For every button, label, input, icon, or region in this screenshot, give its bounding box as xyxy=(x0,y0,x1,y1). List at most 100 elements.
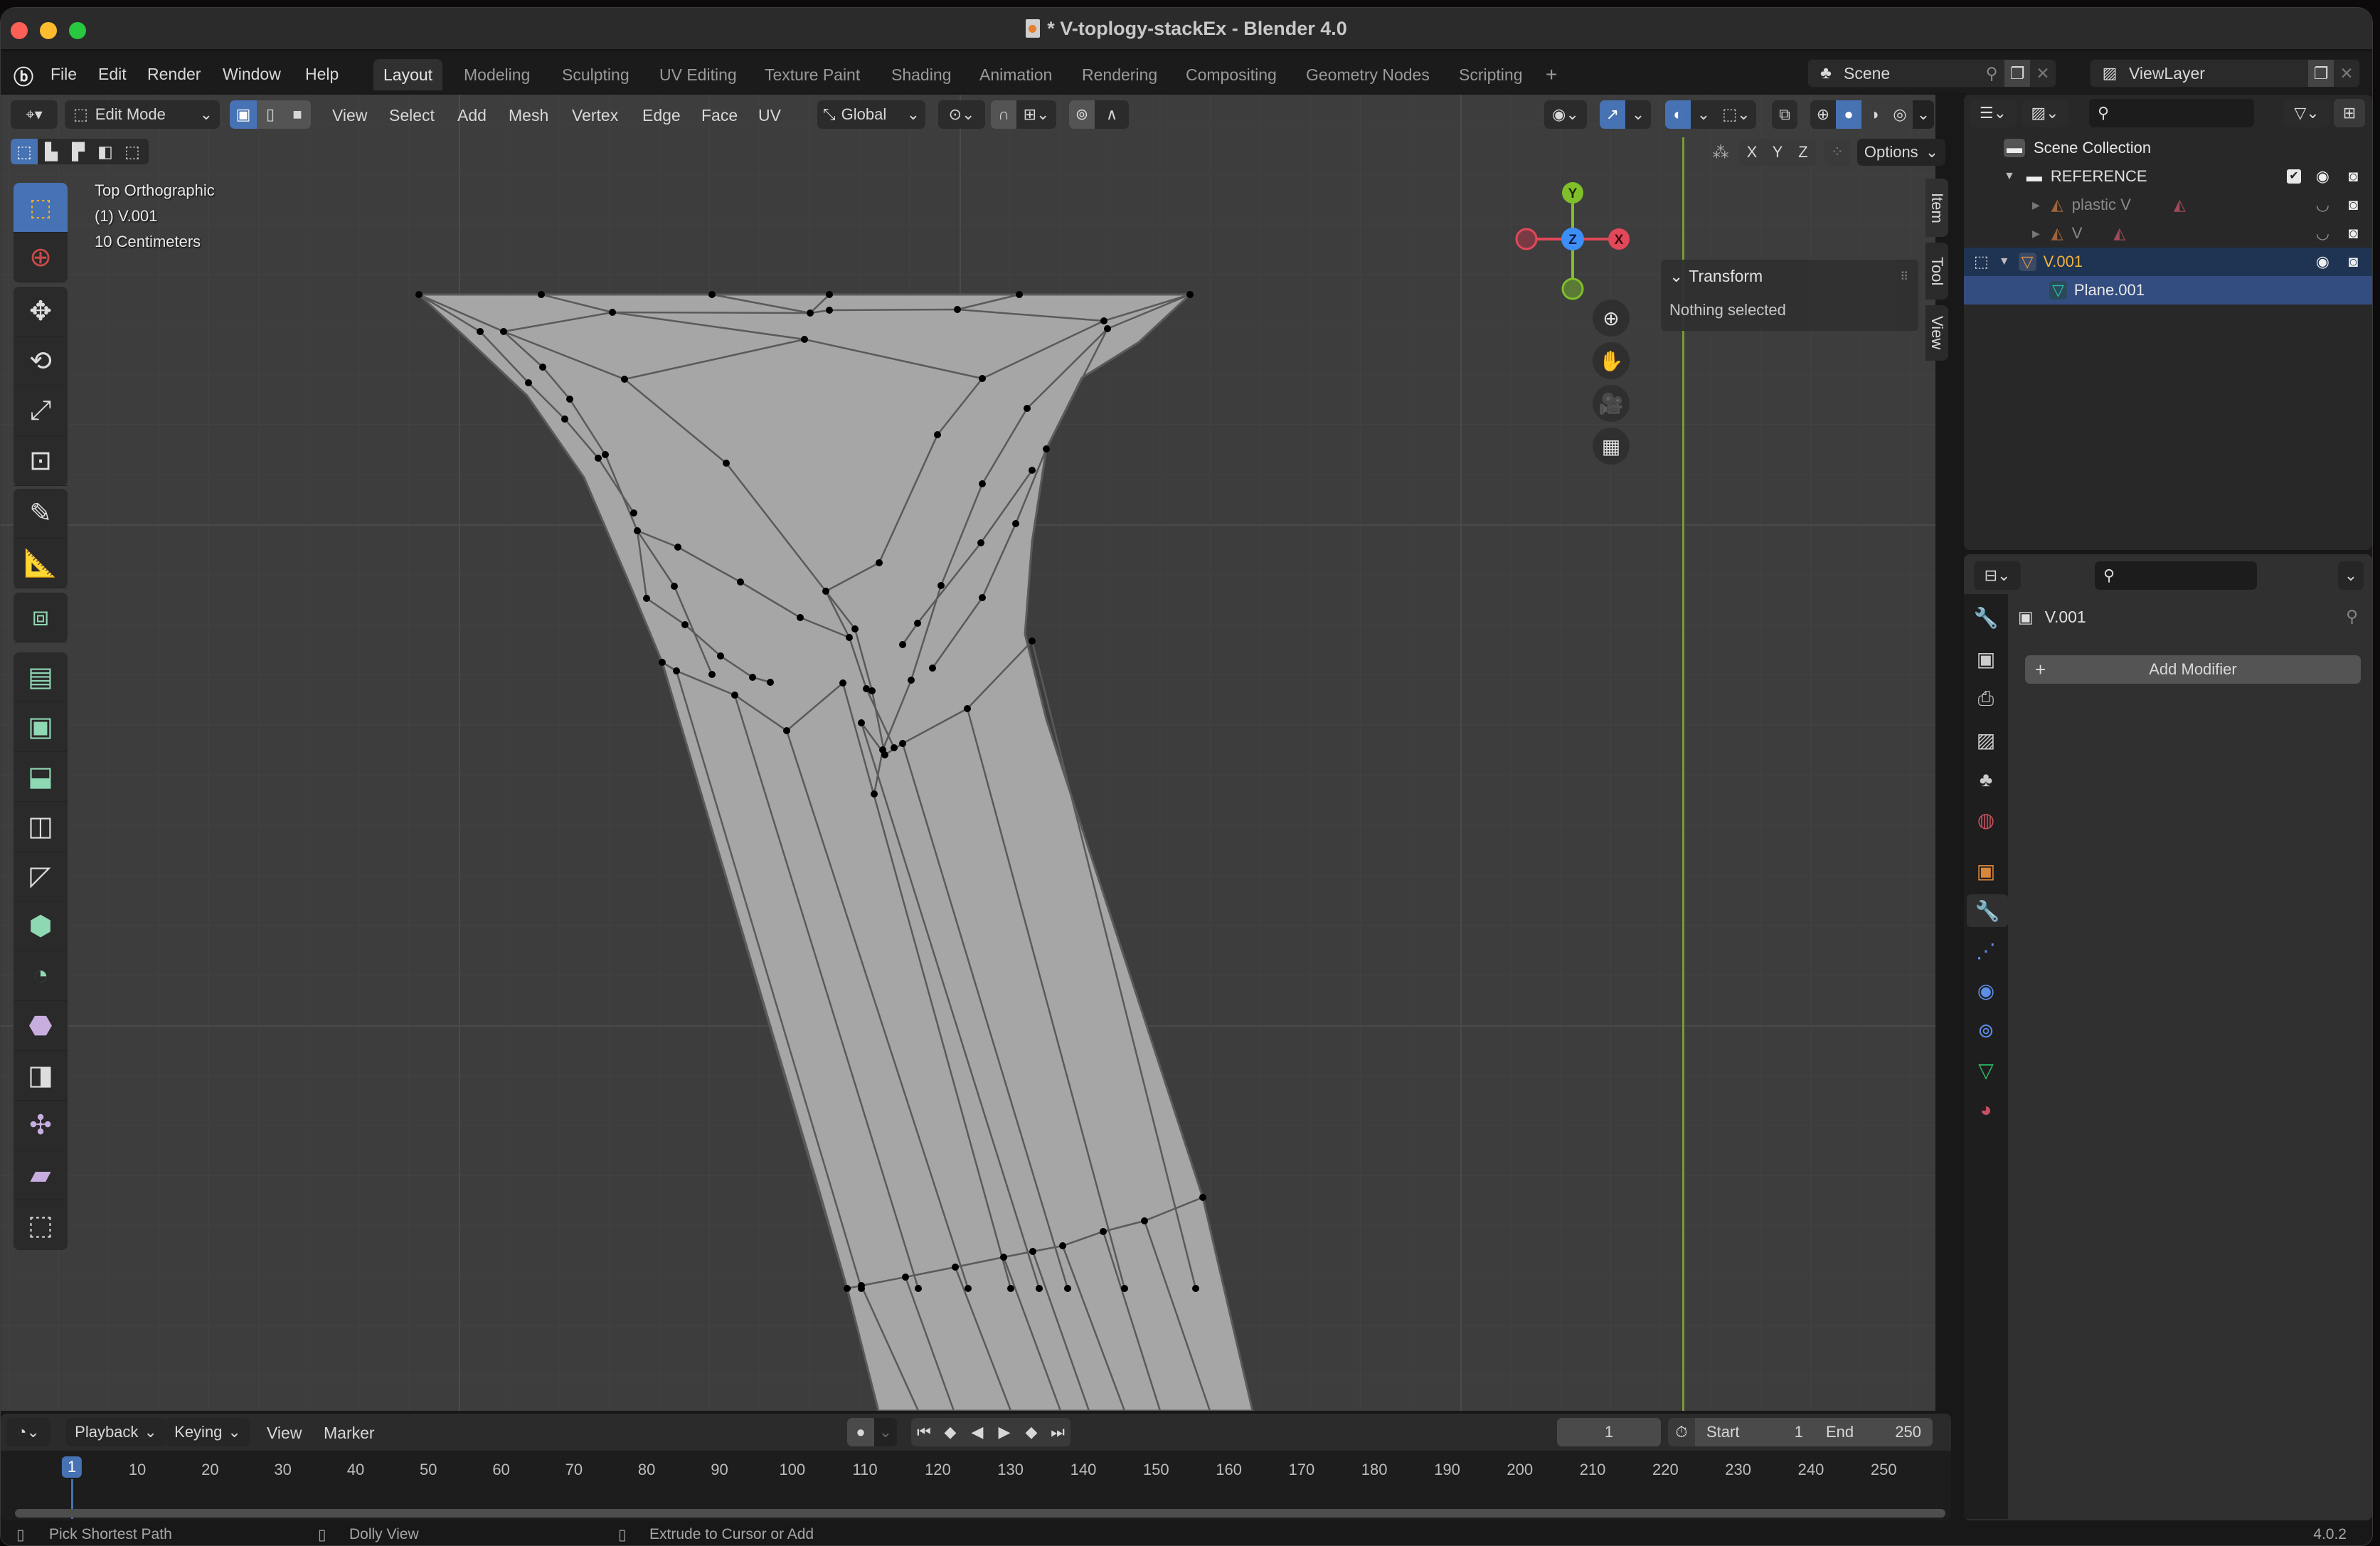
mesh-vertex[interactable] xyxy=(621,376,628,383)
show-gizmo-toggle[interactable]: ↗ xyxy=(1600,100,1625,129)
viewport-menu-add[interactable]: Add xyxy=(457,106,487,125)
hidden-eye-icon[interactable]: ◡ xyxy=(2316,196,2329,214)
auto-keying-dropdown[interactable]: ⌄ xyxy=(874,1418,897,1446)
mesh-vertex[interactable] xyxy=(749,674,756,681)
tool-bevel[interactable]: ⬓ xyxy=(14,752,68,802)
outliner-editor-type-button[interactable]: ☰⌄ xyxy=(1970,99,2017,127)
filter-dropdown[interactable]: ▽⌄ xyxy=(2284,99,2329,127)
mesh-vertex[interactable] xyxy=(965,1285,972,1292)
new-scene-icon[interactable]: ❐ xyxy=(2004,60,2030,87)
mesh-vertex[interactable] xyxy=(500,328,507,335)
tool-edge-slide[interactable]: ◨ xyxy=(14,1051,68,1101)
mesh-vertex[interactable] xyxy=(797,614,804,621)
timeline-menu-marker[interactable]: Marker xyxy=(324,1424,375,1443)
mesh-vertex[interactable] xyxy=(934,431,941,438)
mesh-vertex[interactable] xyxy=(1029,637,1036,645)
tool-cursor[interactable]: ⊕ xyxy=(14,233,68,282)
outliner-row-reference[interactable]: ▼ ▬ REFERENCE ✔ ◉ ◙ xyxy=(1964,162,2372,191)
zoom-view-button[interactable]: ⊕ xyxy=(1593,300,1630,337)
tool-loop-cut[interactable]: ◫ xyxy=(14,802,68,852)
menu-edit[interactable]: Edit xyxy=(98,65,127,84)
mesh-vertex[interactable] xyxy=(954,306,961,313)
snap-target-dropdown[interactable]: ⊞⌄ xyxy=(1016,100,1056,129)
camera-render-icon[interactable]: ◙ xyxy=(2349,196,2358,214)
mesh-vertex[interactable] xyxy=(1029,1248,1036,1255)
mesh-vertex[interactable] xyxy=(737,578,744,586)
tab-output[interactable]: ⎙ xyxy=(1970,682,2002,715)
workspace-tab-animation[interactable]: Animation xyxy=(969,59,1062,90)
edge-select-mode-button[interactable]: ▯ xyxy=(257,100,284,129)
pan-view-button[interactable]: ✋ xyxy=(1593,342,1630,379)
jump-to-end-button[interactable]: ⏭ xyxy=(1045,1418,1071,1446)
mesh-vertex[interactable] xyxy=(979,594,986,601)
mesh-vertex[interactable] xyxy=(539,364,546,371)
camera-render-icon[interactable]: ◙ xyxy=(2349,224,2358,243)
mesh-vertex[interactable] xyxy=(609,309,616,316)
mesh-vertex[interactable] xyxy=(595,455,602,462)
mesh-vertex[interactable] xyxy=(1199,1194,1206,1201)
show-overlays-toggle[interactable]: ◐ xyxy=(1665,100,1691,129)
mirror-z-toggle[interactable]: Z xyxy=(1790,139,1816,166)
mesh-vertex[interactable] xyxy=(801,336,808,343)
mesh-vertex[interactable] xyxy=(566,396,573,403)
viewport-menu-view[interactable]: View xyxy=(332,106,367,125)
exclude-checkbox[interactable]: ✔ xyxy=(2287,169,2301,184)
viewport-menu-vertex[interactable]: Vertex xyxy=(572,106,618,125)
tool-transform[interactable]: ⊡ xyxy=(14,436,68,486)
tab-tool[interactable]: 🔧 xyxy=(1970,601,2002,634)
tool-smooth[interactable]: ⬣ xyxy=(14,1001,68,1051)
properties-options-dropdown[interactable]: ⌄ xyxy=(2338,561,2364,590)
mesh-vertex[interactable] xyxy=(908,677,915,684)
end-frame-field[interactable]: End 250 xyxy=(1815,1418,1933,1446)
gizmo-dropdown[interactable]: ⌄ xyxy=(1625,100,1651,129)
mesh-vertex[interactable] xyxy=(871,790,878,798)
face-select-mode-button[interactable]: ■ xyxy=(284,100,311,129)
mesh-vertex[interactable] xyxy=(1029,467,1036,474)
mesh-vertex[interactable] xyxy=(937,582,945,589)
pin-icon[interactable]: ⚲ xyxy=(1979,64,2004,83)
workspace-tab-compositing[interactable]: Compositing xyxy=(1176,59,1287,90)
mode-dropdown[interactable]: ⬚ Edit Mode ⌄ xyxy=(65,100,220,129)
tool-knife[interactable]: ◸ xyxy=(14,852,68,901)
view-layer-name[interactable]: ViewLayer xyxy=(2129,64,2308,83)
tool-spin[interactable]: ◔ xyxy=(14,951,68,1001)
rendered-shading-button[interactable]: ◎ xyxy=(1887,100,1913,129)
preview-range-toggle[interactable]: ⏱ xyxy=(1668,1418,1695,1446)
options-dropdown[interactable]: Options ⌄ xyxy=(1857,139,1945,166)
mesh-vertex[interactable] xyxy=(1043,445,1050,452)
outliner-row-v[interactable]: ▶ ◭ V ◭ ◡ ◙ xyxy=(1964,219,2372,248)
add-workspace-button[interactable]: + xyxy=(1536,59,1567,90)
vertex-select-mode-button[interactable]: ▣ xyxy=(230,100,257,129)
tool-select-box[interactable]: ⬚ xyxy=(14,183,68,233)
sidebar-tab-view[interactable]: View xyxy=(1925,305,1948,361)
mesh-vertex[interactable] xyxy=(673,667,680,674)
select-extend-button[interactable]: ▙ xyxy=(38,139,65,164)
select-subtract-button[interactable]: ▛ xyxy=(65,139,92,164)
mesh-face[interactable] xyxy=(416,293,1254,1411)
overlays-dropdown[interactable]: ⌄ xyxy=(1691,100,1716,129)
mesh-vertex[interactable] xyxy=(1100,317,1107,324)
outliner-row-v001[interactable]: ⬚ ▼ ▽ V.001 ◉ ◙ xyxy=(1964,248,2372,276)
tool-move[interactable]: ✥ xyxy=(14,287,68,337)
current-frame-field[interactable]: 1 xyxy=(1557,1418,1661,1446)
eye-icon[interactable]: ◉ xyxy=(2316,253,2329,271)
solid-shading-button[interactable]: ● xyxy=(1836,100,1861,129)
mesh-vertex[interactable] xyxy=(914,620,921,627)
display-mode-dropdown[interactable]: ▨⌄ xyxy=(2022,99,2068,127)
tool-inset-faces[interactable]: ▣ xyxy=(14,702,68,752)
mesh-vertex[interactable] xyxy=(659,659,666,666)
tab-data[interactable]: ▽ xyxy=(1970,1054,2002,1086)
start-frame-field[interactable]: Start 1 xyxy=(1695,1418,1815,1446)
playback-menu[interactable]: Playback ⌄ xyxy=(66,1418,166,1446)
outliner-row-plastic-v[interactable]: ▶ ◭ plastic V ◭ ◡ ◙ xyxy=(1964,191,2372,219)
tool-rotate[interactable]: ⟲ xyxy=(14,337,68,386)
tool-scale[interactable]: ⤢ xyxy=(14,386,68,436)
toggle-perspective-button[interactable]: ▦ xyxy=(1593,428,1630,465)
mesh-vertex[interactable] xyxy=(844,1285,851,1292)
mesh-vertex[interactable] xyxy=(826,307,833,314)
delete-scene-icon[interactable]: ✕ xyxy=(2030,64,2056,83)
camera-view-button[interactable]: 🎥 xyxy=(1593,385,1630,422)
mesh-vertex[interactable] xyxy=(902,1274,909,1281)
timeline-menu-view[interactable]: View xyxy=(267,1424,302,1443)
disclosure-triangle-icon[interactable]: ▶ xyxy=(2032,228,2040,240)
